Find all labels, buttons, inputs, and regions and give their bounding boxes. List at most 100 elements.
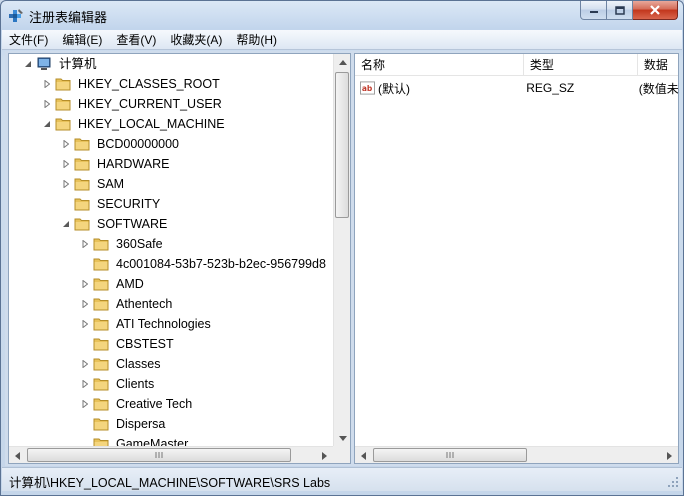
minimize-button[interactable] (580, 1, 607, 20)
expand-arrow-icon[interactable] (42, 100, 51, 109)
svg-text:ab: ab (362, 84, 373, 93)
folder-icon (55, 118, 71, 131)
tree-label: ATI Technologies (116, 317, 211, 331)
status-path: 计算机\HKEY_LOCAL_MACHINE\SOFTWARE\SRS Labs (9, 476, 331, 490)
folder-icon (93, 378, 109, 391)
tree-item[interactable]: ATI Technologies (80, 314, 212, 334)
tree-horizontal-scrollbar[interactable] (9, 446, 333, 463)
maximize-button[interactable] (607, 1, 633, 20)
collapse-arrow-icon[interactable] (61, 220, 70, 229)
tree-item[interactable]: SAM (61, 174, 125, 194)
column-headers: 名称 类型 数据 (355, 54, 678, 76)
expand-arrow-icon[interactable] (61, 160, 70, 169)
tree-item[interactable]: Creative Tech (80, 394, 193, 414)
menu-edit[interactable]: 编辑(E) (55, 30, 109, 50)
horizontal-scroll-thumb[interactable] (373, 448, 527, 462)
arrow-right-icon (667, 451, 672, 460)
tree-item[interactable]: HARDWARE (61, 154, 170, 174)
folder-icon (93, 318, 109, 331)
string-value-icon: ab (360, 81, 375, 95)
arrow-left-icon (361, 451, 366, 460)
vertical-scroll-thumb[interactable] (335, 72, 349, 218)
title-bar[interactable]: 注册表编辑器 (1, 1, 683, 29)
menu-help[interactable]: 帮助(H) (229, 30, 284, 50)
tree-item[interactable]: Clients (80, 374, 155, 394)
tree-item[interactable]: Classes (80, 354, 161, 374)
folder-icon (93, 418, 109, 431)
tree-item-computer[interactable]: 计算机 (23, 54, 98, 74)
tree-item[interactable]: Dispersa (80, 414, 166, 434)
tree-item[interactable]: 360Safe (80, 234, 164, 254)
column-header-name[interactable]: 名称 (355, 54, 524, 76)
scroll-right-button[interactable] (661, 447, 678, 463)
tree-label: 360Safe (116, 237, 163, 251)
expand-arrow-icon[interactable] (80, 240, 89, 249)
expand-arrow-icon[interactable] (80, 280, 89, 289)
menu-view[interactable]: 查看(V) (109, 30, 163, 50)
collapse-arrow-icon[interactable] (23, 60, 32, 69)
tree-label: AMD (116, 277, 144, 291)
expand-arrow-icon[interactable] (42, 80, 51, 89)
list-row-default[interactable]: ab (默认) REG_SZ (数值未设置) (355, 78, 678, 98)
caption-buttons (580, 1, 678, 20)
arrow-up-icon (338, 60, 347, 65)
arrow-left-icon (15, 451, 20, 460)
menu-favorites[interactable]: 收藏夹(A) (163, 30, 229, 50)
arrow-right-icon (322, 451, 327, 460)
folder-icon (74, 158, 90, 171)
tree-item[interactable]: Athentech (80, 294, 173, 314)
expand-arrow-icon[interactable] (80, 300, 89, 309)
grip-lines-icon (446, 452, 454, 458)
expand-arrow-icon[interactable] (61, 140, 70, 149)
tree-item[interactable]: AMD (80, 274, 145, 294)
expand-arrow-icon[interactable] (80, 400, 89, 409)
tree-item[interactable]: SOFTWARE (61, 214, 168, 234)
arrow-down-icon (338, 436, 347, 441)
scroll-up-button[interactable] (334, 54, 350, 71)
folder-icon (74, 138, 90, 151)
value-type: REG_SZ (526, 81, 575, 95)
expand-arrow-icon[interactable] (61, 180, 70, 189)
scroll-left-button[interactable] (9, 447, 26, 463)
column-header-data[interactable]: 数据 (638, 54, 678, 76)
tree-item[interactable]: HKEY_LOCAL_MACHINE (42, 114, 226, 134)
scroll-left-button[interactable] (355, 447, 372, 463)
values-list[interactable]: 名称 类型 数据 ab (默认) REG_SZ (数值未设置) (354, 53, 679, 464)
status-bar: 计算机\HKEY_LOCAL_MACHINE\SOFTWARE\SRS Labs (2, 467, 682, 491)
tree-item[interactable]: BCD00000000 (61, 134, 180, 154)
horizontal-scroll-thumb[interactable] (27, 448, 291, 462)
list-horizontal-scrollbar[interactable] (355, 446, 678, 463)
tree-vertical-scrollbar[interactable] (333, 54, 350, 447)
column-header-type[interactable]: 类型 (524, 54, 638, 76)
tree-item[interactable]: HKEY_CLASSES_ROOT (42, 74, 221, 94)
tree-label: 4c001084-53b7-523b-b2ec-956799d8 (116, 257, 326, 271)
registry-tree[interactable]: 计算机 HKEY_CLASSES_ROOT HKEY_CURRENT_USER HK… (8, 53, 351, 464)
maximize-icon (614, 5, 625, 15)
close-button[interactable] (633, 1, 678, 20)
tree-label: Athentech (116, 297, 173, 311)
expand-arrow-icon[interactable] (80, 320, 89, 329)
minimize-icon (589, 11, 598, 13)
menu-file[interactable]: 文件(F) (2, 30, 55, 50)
folder-icon (55, 78, 71, 91)
folder-icon (93, 258, 109, 271)
tree-label: SAM (97, 177, 125, 191)
tree-item[interactable]: HKEY_CURRENT_USER (42, 94, 223, 114)
tree-label: SOFTWARE (97, 217, 168, 231)
resize-grip-icon[interactable] (667, 476, 679, 488)
collapse-arrow-icon[interactable] (42, 120, 51, 129)
expand-arrow-icon[interactable] (80, 380, 89, 389)
main-content: 计算机 HKEY_CLASSES_ROOT HKEY_CURRENT_USER HK… (5, 51, 679, 466)
expand-arrow-icon[interactable] (80, 360, 89, 369)
value-name: (默认) (378, 81, 410, 96)
tree-label: Classes (116, 357, 161, 371)
tree-item[interactable]: 4c001084-53b7-523b-b2ec-956799d8 (80, 254, 327, 274)
folder-icon (93, 398, 109, 411)
scrollbar-corner (333, 446, 350, 463)
tree-item[interactable]: SECURITY (61, 194, 161, 214)
tree-item[interactable]: CBSTEST (80, 334, 175, 354)
tree-label: SECURITY (97, 197, 161, 211)
scroll-right-button[interactable] (316, 447, 333, 463)
regedit-window: 注册表编辑器 文件(F) 编辑(E) 查看(V) 收藏夹(A) 帮助(H) 计算… (0, 0, 684, 496)
scroll-down-button[interactable] (334, 430, 350, 447)
